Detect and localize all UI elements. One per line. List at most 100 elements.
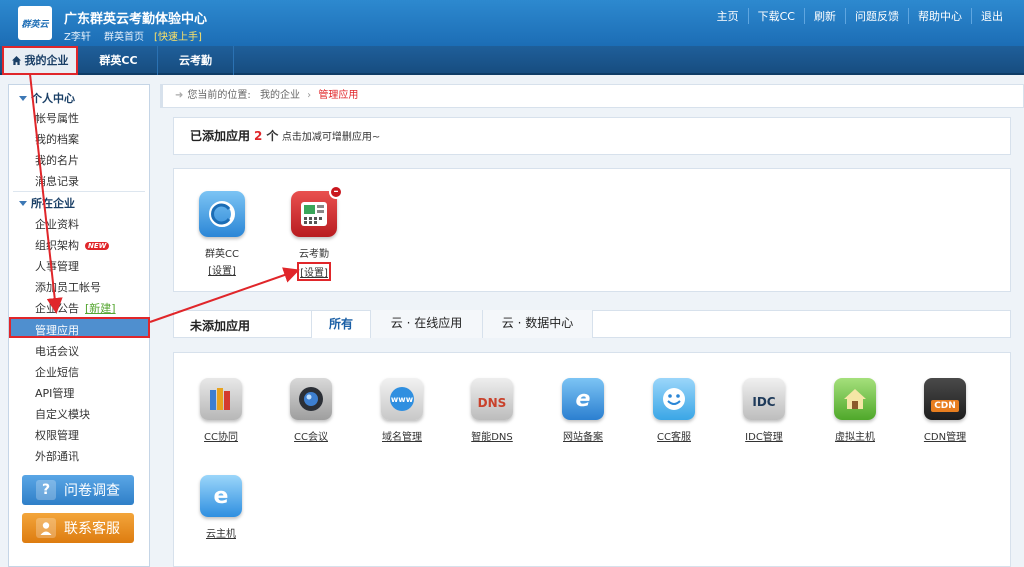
- breadcrumb: ➜ 您当前的位置: 我的企业 › 管理应用: [160, 84, 1024, 108]
- cloud-host-icon: e: [200, 475, 242, 517]
- remove-app-icon[interactable]: –: [329, 185, 343, 199]
- not-added-apps-title: 未添加应用: [190, 319, 251, 333]
- breadcrumb-current: 管理应用: [318, 90, 359, 101]
- app-title: 广东群英云考勤体验中心: [64, 12, 208, 27]
- sidebar-item-account[interactable]: 帐号属性: [35, 110, 79, 126]
- nav-feedback[interactable]: 问题反馈: [845, 8, 908, 24]
- sidebar-item-enterprise-info[interactable]: 企业资料: [35, 216, 79, 232]
- home-link[interactable]: 群英首页: [104, 32, 144, 43]
- home-icon: [11, 56, 21, 65]
- app-name: CC会议: [294, 432, 328, 443]
- app-name: 云主机: [206, 529, 236, 540]
- attendance-machine-icon[interactable]: –: [291, 185, 343, 237]
- nav-download-cc[interactable]: 下载CC: [747, 8, 804, 24]
- top-nav: 主页 下载CC 刷新 问题反馈 帮助中心 退出: [708, 8, 1012, 24]
- app-name: 虚拟主机: [835, 432, 875, 443]
- app-name: IDC管理: [745, 432, 783, 443]
- globe-icon: www: [381, 378, 423, 420]
- sidebar-divider: [13, 191, 145, 192]
- qunying-cc-settings-link[interactable]: [设置]: [208, 262, 236, 277]
- cdn-gauge-icon: CDN: [924, 378, 966, 420]
- sidebar-item-api[interactable]: API管理: [35, 385, 74, 401]
- sidebar-item-hr[interactable]: 人事管理: [35, 258, 79, 274]
- house-icon: [834, 378, 876, 420]
- app-tile-virtual-host[interactable]: 虚拟主机: [815, 378, 895, 443]
- app-name: CC客服: [657, 432, 691, 443]
- survey-button[interactable]: ? 问卷调查: [22, 475, 134, 505]
- nav-home[interactable]: 主页: [708, 8, 748, 24]
- tab-qunying-cc[interactable]: 群英CC: [80, 46, 158, 75]
- customer-service-button[interactable]: 联系客服: [22, 513, 134, 543]
- not-added-tabs-row: 未添加应用 所有 云 · 在线应用 云 · 数据中心: [173, 310, 1011, 338]
- smiley-icon: [653, 378, 695, 420]
- app-tile-cc-service[interactable]: CC客服: [634, 378, 714, 443]
- sidebar-item-org-structure[interactable]: 组织架构 NEW: [35, 237, 110, 253]
- added-apps-count: 2: [254, 129, 263, 143]
- user-name: Z李轩: [64, 32, 91, 43]
- dns-icon: DNS: [471, 378, 513, 420]
- sidebar: 个人中心 帐号属性 我的档案 我的名片 消息记录 所在企业 企业资料 组织架构 N…: [8, 84, 150, 567]
- added-app-qunying-cc: 群英CC [设置]: [187, 191, 257, 277]
- app-name: 网站备案: [563, 432, 603, 443]
- sidebar-item-permissions[interactable]: 权限管理: [35, 427, 79, 443]
- app-name: CDN管理: [923, 432, 967, 443]
- sidebar-item-messages[interactable]: 消息记录: [35, 173, 79, 189]
- app-tile-cloud-host[interactable]: e 云主机: [181, 475, 261, 540]
- new-announcement-link[interactable]: [新建]: [85, 302, 116, 315]
- tab-my-enterprise-label: 我的企业: [24, 54, 69, 67]
- added-apps-title: 已添加应用: [190, 129, 251, 143]
- app-tile-website-filing[interactable]: e 网站备案: [543, 378, 623, 443]
- new-badge: NEW: [85, 242, 110, 250]
- available-apps-panel: CC协同 CC会议 www 域名管理 DNS 智能DNS e 网站备案 CC客服…: [173, 352, 1011, 567]
- collapse-triangle-icon: [19, 201, 27, 206]
- nav-refresh[interactable]: 刷新: [804, 8, 845, 24]
- collapse-triangle-icon: [19, 96, 27, 101]
- sidebar-item-custom-module[interactable]: 自定义模块: [35, 406, 90, 422]
- cloud-attendance-settings-link[interactable]: [设置]: [297, 262, 331, 281]
- books-icon: [200, 378, 242, 420]
- app-name: 群英CC: [205, 249, 239, 260]
- added-app-cloud-attendance: – 云考勤 [设置]: [279, 185, 349, 281]
- app-tile-cdn-management[interactable]: CDN CDN管理: [905, 378, 985, 443]
- app-name: 智能DNS: [471, 432, 513, 443]
- sidebar-item-sms[interactable]: 企业短信: [35, 364, 79, 380]
- sidebar-item-conference-call[interactable]: 电话会议: [35, 343, 79, 359]
- user-line: Z李轩 群英首页 [快速上手]: [64, 28, 212, 43]
- sidebar-item-manage-apps[interactable]: 管理应用: [9, 317, 150, 338]
- app-tile-domain-management[interactable]: www 域名管理: [362, 378, 442, 443]
- app-header: 群英云 广东群英云考勤体验中心 Z李轩 群英首页 [快速上手] 主页 下载CC 刷…: [0, 0, 1024, 46]
- tab-cloud-attendance[interactable]: 云考勤: [158, 46, 234, 75]
- sidebar-item-card[interactable]: 我的名片: [35, 152, 79, 168]
- app-name: 域名管理: [382, 432, 422, 443]
- webcam-icon: [290, 378, 332, 420]
- sidebar-item-profile[interactable]: 我的档案: [35, 131, 79, 147]
- agent-icon: [36, 518, 56, 538]
- app-tile-cc-meeting[interactable]: CC会议: [271, 378, 351, 443]
- nav-logout[interactable]: 退出: [971, 8, 1012, 24]
- app-tile-cc-collab[interactable]: CC协同: [181, 378, 261, 443]
- qunying-cc-icon[interactable]: [199, 191, 245, 237]
- tab-my-enterprise[interactable]: 我的企业: [2, 46, 78, 75]
- sidebar-item-announcement[interactable]: 企业公告 [新建]: [35, 300, 116, 316]
- breadcrumb-my-enterprise[interactable]: 我的企业: [260, 90, 300, 101]
- nav-help[interactable]: 帮助中心: [908, 8, 971, 24]
- idc-icon: IDC: [743, 378, 785, 420]
- breadcrumb-arrow-icon: ➜: [175, 90, 184, 101]
- tab-cloud-online-apps[interactable]: 云 · 在线应用: [370, 310, 483, 338]
- app-tile-smart-dns[interactable]: DNS 智能DNS: [452, 378, 532, 443]
- tab-cloud-data-center[interactable]: 云 · 数据中心: [482, 310, 593, 338]
- main-tab-bar: 我的企业 群英CC 云考勤: [0, 46, 1024, 75]
- quick-start-link[interactable]: [快速上手]: [154, 32, 202, 43]
- sidebar-item-external-comm[interactable]: 外部通讯: [35, 448, 79, 464]
- question-icon: ?: [36, 480, 56, 500]
- section-personal-center[interactable]: 个人中心: [19, 90, 75, 106]
- tab-all[interactable]: 所有: [311, 310, 371, 338]
- svg-text:www: www: [391, 395, 414, 404]
- added-apps-panel: 群英CC [设置] – 云考勤 [设置]: [173, 168, 1011, 292]
- app-name: 云考勤: [299, 249, 329, 260]
- sidebar-item-add-employee[interactable]: 添加员工帐号: [35, 279, 101, 295]
- added-apps-hint: 点击加减可增删应用~: [281, 132, 381, 143]
- section-enterprise[interactable]: 所在企业: [19, 195, 75, 211]
- app-tile-idc-management[interactable]: IDC IDC管理: [724, 378, 804, 443]
- qunying-logo[interactable]: 群英云: [18, 6, 52, 40]
